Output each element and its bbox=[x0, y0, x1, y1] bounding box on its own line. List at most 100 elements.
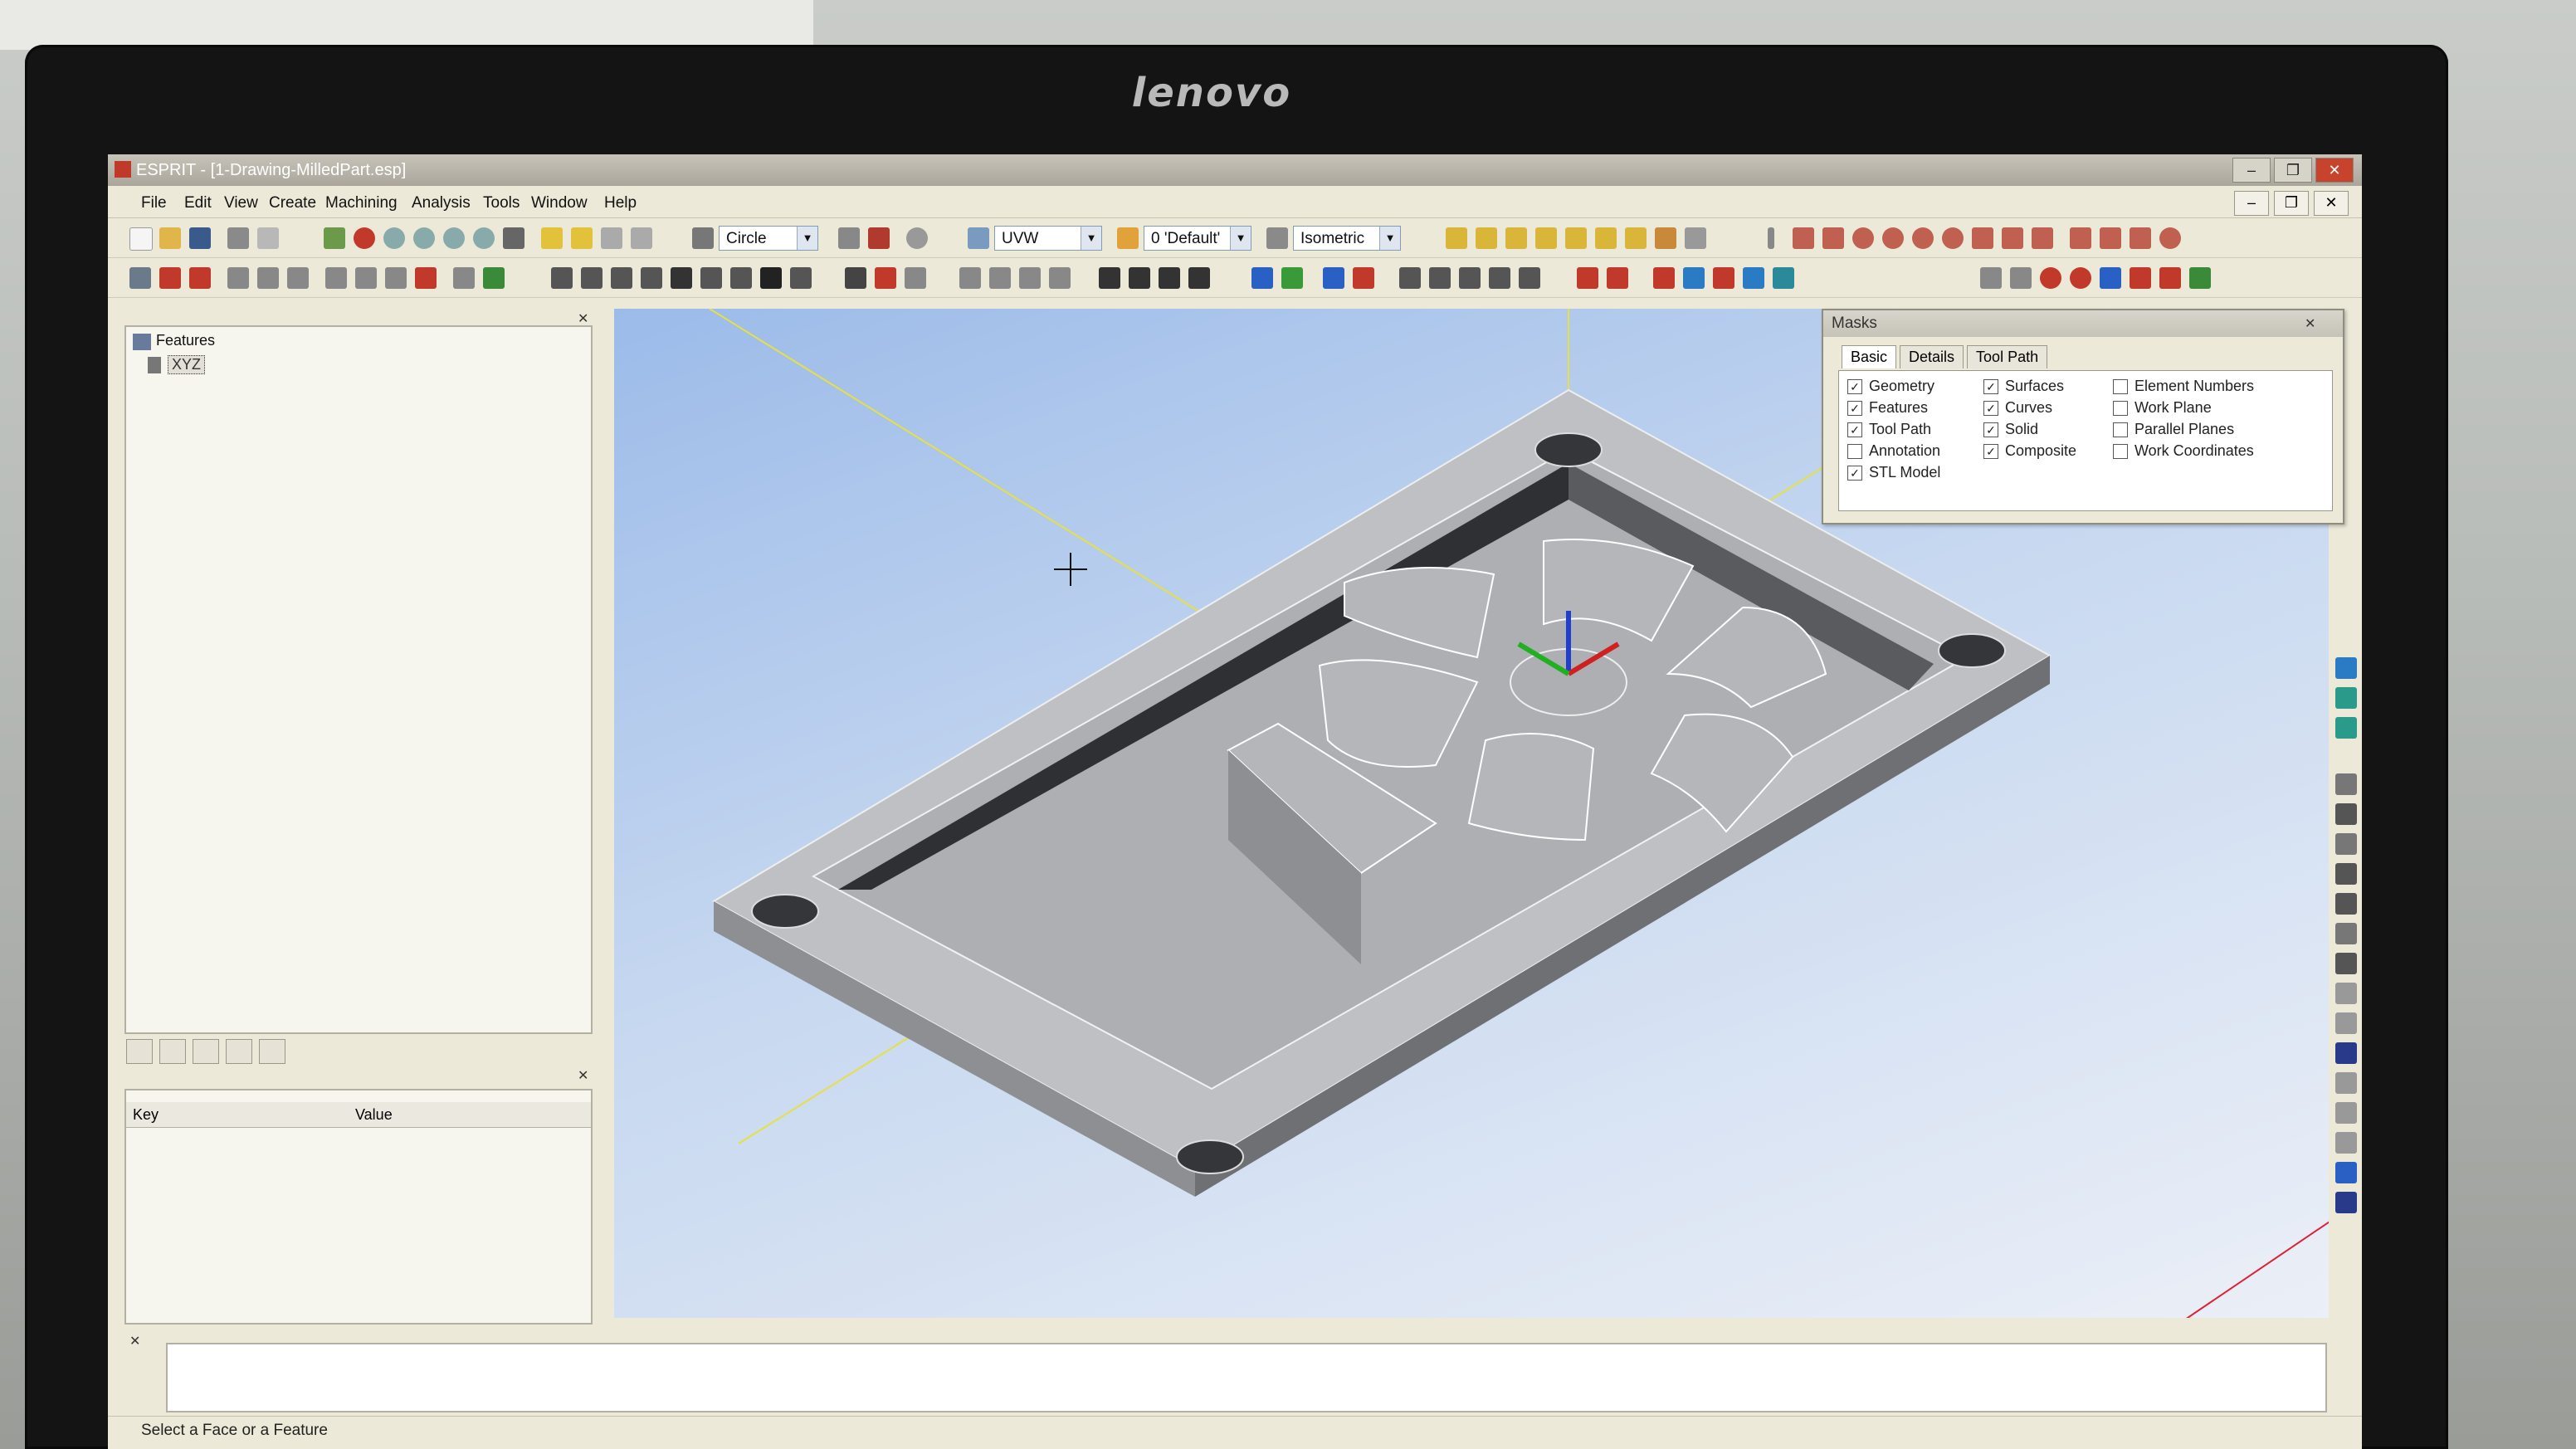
view-right-icon[interactable] bbox=[1505, 227, 1527, 249]
blend-icon[interactable] bbox=[1519, 267, 1540, 289]
side-tool-icon[interactable] bbox=[2335, 1042, 2357, 1064]
copy-icon[interactable] bbox=[257, 227, 279, 249]
angle-icon[interactable] bbox=[1713, 267, 1734, 289]
mirror-icon[interactable] bbox=[1607, 267, 1628, 289]
view-icon[interactable] bbox=[1266, 227, 1288, 249]
operation-icon[interactable] bbox=[483, 267, 505, 289]
tree-node-xyz[interactable]: XYZ bbox=[168, 355, 206, 374]
transform-icon[interactable] bbox=[1577, 267, 1598, 289]
turning-icon[interactable] bbox=[453, 267, 475, 289]
fixture-icon[interactable] bbox=[1019, 267, 1041, 289]
view-left-icon[interactable] bbox=[1565, 227, 1587, 249]
info-icon[interactable] bbox=[2335, 1192, 2357, 1213]
sim-end-icon[interactable] bbox=[730, 267, 752, 289]
side-tool-icon[interactable] bbox=[2335, 923, 2357, 944]
sim-speed-icon[interactable] bbox=[790, 267, 812, 289]
revolve-icon[interactable] bbox=[1429, 267, 1451, 289]
view-back-icon[interactable] bbox=[1535, 227, 1557, 249]
extend-icon[interactable] bbox=[2032, 227, 2053, 249]
circle-3pt-icon[interactable] bbox=[1912, 227, 1934, 249]
menu-create[interactable]: Create bbox=[269, 194, 316, 212]
print-icon[interactable] bbox=[227, 227, 249, 249]
tab-tool-path[interactable]: Tool Path bbox=[1967, 345, 2048, 368]
mask-surfaces-checkbox[interactable]: ✓ Surfaces bbox=[1983, 378, 2064, 395]
rectangle-icon[interactable] bbox=[2130, 227, 2151, 249]
spindle-icon[interactable] bbox=[875, 267, 896, 289]
mask-annotation-checkbox[interactable]: Annotation bbox=[1847, 442, 1940, 460]
solid-icon[interactable] bbox=[1099, 267, 1120, 289]
select-pointer-icon[interactable] bbox=[692, 227, 714, 249]
dimension-icon[interactable] bbox=[1653, 267, 1675, 289]
mask-solid-checkbox[interactable]: ✓ Solid bbox=[1983, 421, 2038, 438]
mask-tool-path-checkbox[interactable]: ✓ Tool Path bbox=[1847, 421, 1931, 438]
shade-solid-icon[interactable] bbox=[571, 227, 593, 249]
center-icon[interactable] bbox=[2070, 267, 2091, 289]
blue-solid-icon[interactable] bbox=[1251, 267, 1273, 289]
pan-icon[interactable] bbox=[503, 227, 524, 249]
mask-parallel-planes-checkbox[interactable]: Parallel Planes bbox=[2113, 421, 2234, 438]
subtract-icon[interactable] bbox=[1353, 267, 1374, 289]
boolean-icon[interactable] bbox=[1323, 267, 1344, 289]
sim-record-icon[interactable] bbox=[760, 267, 782, 289]
side-tool-icon[interactable] bbox=[2335, 1072, 2357, 1094]
layer-icon[interactable] bbox=[1117, 227, 1139, 249]
mesh-icon[interactable] bbox=[1159, 267, 1180, 289]
fillet-icon[interactable] bbox=[1972, 227, 1993, 249]
sweep-icon[interactable] bbox=[1459, 267, 1481, 289]
feature-icon[interactable] bbox=[129, 267, 151, 289]
view-bottom-icon[interactable] bbox=[1595, 227, 1617, 249]
redraw-icon[interactable] bbox=[324, 227, 345, 249]
shade-icon[interactable] bbox=[541, 227, 563, 249]
segment-icon[interactable] bbox=[1822, 227, 1844, 249]
view-iso-icon[interactable] bbox=[1625, 227, 1647, 249]
target-icon[interactable] bbox=[2040, 267, 2061, 289]
chain-icon[interactable] bbox=[159, 267, 181, 289]
rotate-view-icon[interactable] bbox=[473, 227, 495, 249]
mask-features-checkbox[interactable]: ✓ Features bbox=[1847, 399, 1928, 417]
mask-curves-checkbox[interactable]: ✓ Curves bbox=[1983, 399, 2052, 417]
tool-icon[interactable] bbox=[845, 267, 866, 289]
intersect-icon[interactable] bbox=[2100, 227, 2121, 249]
layer-dropdown[interactable]: 0 'Default' ▼ bbox=[1144, 226, 1251, 251]
side-tool-icon[interactable] bbox=[2335, 1102, 2357, 1124]
verify-icon[interactable] bbox=[1773, 267, 1794, 289]
measure-icon[interactable] bbox=[1683, 267, 1705, 289]
sim-step-icon[interactable] bbox=[700, 267, 722, 289]
tree-node-features[interactable]: Features bbox=[156, 332, 215, 349]
sim-play-icon[interactable] bbox=[671, 267, 692, 289]
mask-element-numbers-checkbox[interactable]: Element Numbers bbox=[2113, 378, 2254, 395]
settings-icon[interactable] bbox=[2189, 267, 2211, 289]
doc-close-button[interactable]: ✕ bbox=[2314, 191, 2349, 216]
polygon-icon[interactable] bbox=[2159, 227, 2181, 249]
axis-icon[interactable] bbox=[1655, 227, 1676, 249]
side-tool-icon[interactable] bbox=[2335, 657, 2357, 679]
mask-work-coordinates-checkbox[interactable]: Work Coordinates bbox=[2113, 442, 2254, 460]
info-icon[interactable] bbox=[1743, 267, 1764, 289]
side-tool-icon[interactable] bbox=[2335, 803, 2357, 825]
side-tool-icon[interactable] bbox=[2335, 893, 2357, 915]
mask-stl-model-checkbox[interactable]: ✓ STL Model bbox=[1847, 464, 1940, 481]
swap-icon[interactable] bbox=[2335, 1162, 2357, 1183]
machine-icon[interactable] bbox=[959, 267, 981, 289]
sim-pause-icon[interactable] bbox=[641, 267, 662, 289]
tab-tools[interactable] bbox=[193, 1039, 219, 1064]
panel-close-icon[interactable]: ✕ bbox=[578, 310, 588, 327]
circle-icon[interactable] bbox=[1882, 227, 1904, 249]
doc-restore-button[interactable]: ❐ bbox=[2274, 191, 2309, 216]
properties-close-icon[interactable]: ✕ bbox=[578, 1067, 588, 1084]
doc-minimize-button[interactable]: – bbox=[2234, 191, 2269, 216]
menu-analysis[interactable]: Analysis bbox=[412, 194, 471, 212]
text-icon[interactable] bbox=[2010, 267, 2032, 289]
holder-icon[interactable] bbox=[905, 267, 926, 289]
grid-icon[interactable] bbox=[1685, 227, 1706, 249]
save-icon[interactable] bbox=[189, 227, 211, 249]
side-tool-icon[interactable] bbox=[2335, 773, 2357, 795]
tab-operations[interactable] bbox=[159, 1039, 186, 1064]
side-tool-icon[interactable] bbox=[2335, 833, 2357, 855]
arc-icon[interactable] bbox=[1852, 227, 1874, 249]
menu-window[interactable]: Window bbox=[531, 194, 588, 212]
menu-tools[interactable]: Tools bbox=[483, 194, 520, 212]
extrude-icon[interactable] bbox=[1399, 267, 1421, 289]
side-tool-icon[interactable] bbox=[2335, 717, 2357, 739]
trim-icon[interactable] bbox=[2002, 227, 2023, 249]
